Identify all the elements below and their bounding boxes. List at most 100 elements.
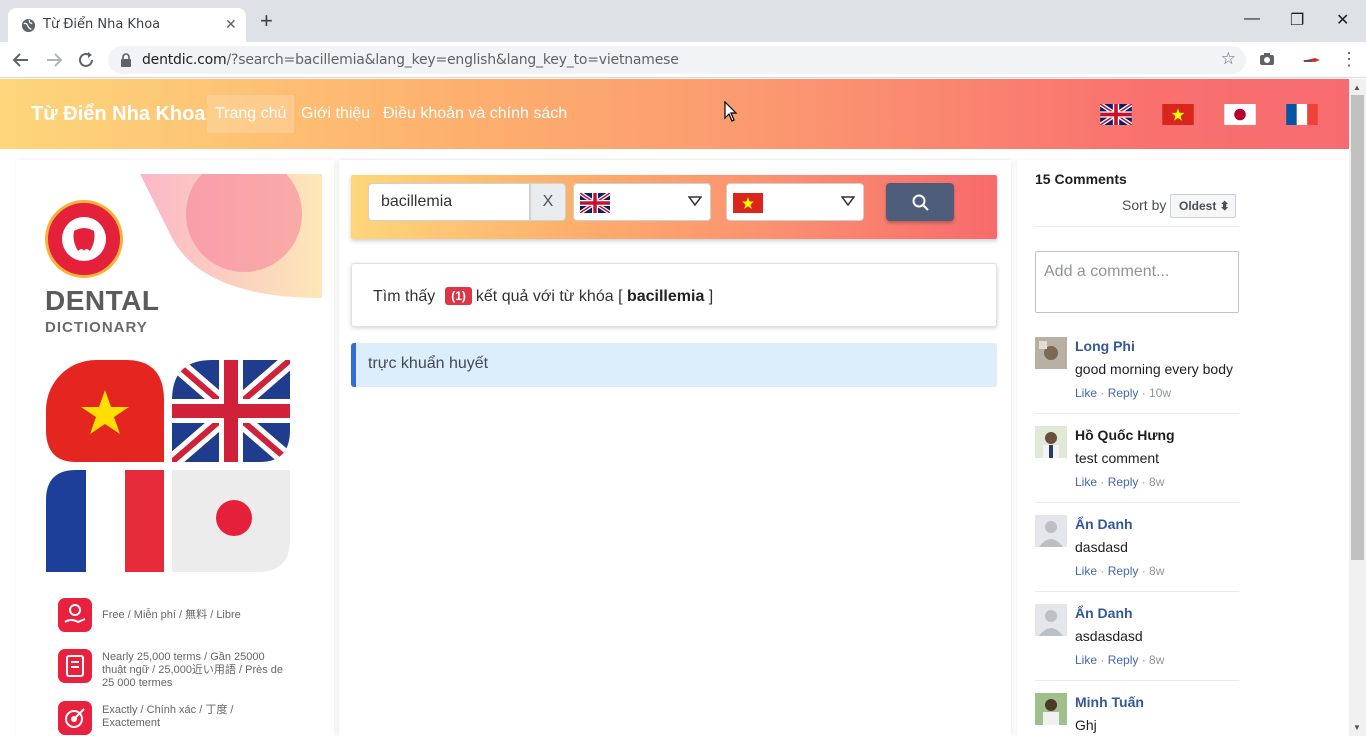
- promo-dictionary-subtitle: DICTIONARY: [45, 319, 148, 336]
- promo-panel: DENTAL DICTIONARY Free / Miễn phí / 無料 /…: [16, 160, 334, 736]
- tooth-logo-icon: [62, 217, 106, 261]
- window-close-button[interactable]: ✕: [1336, 10, 1349, 30]
- comment-time: 10w: [1149, 386, 1172, 400]
- tab-close-icon[interactable]: ✕: [225, 16, 237, 33]
- feature-free-text: Free / Miễn phí / 無料 / Libre: [102, 609, 241, 621]
- japan-petal-icon: [172, 470, 290, 572]
- comment-author[interactable]: Long Phi: [1075, 338, 1135, 354]
- globe-icon: [21, 18, 36, 33]
- new-tab-button[interactable]: +: [260, 10, 273, 32]
- result-keyword: bacillemia: [626, 288, 705, 305]
- source-language-select[interactable]: [573, 183, 711, 221]
- restore-button[interactable]: ❐: [1290, 10, 1304, 30]
- nav-link-terms[interactable]: Điều khoản và chính sách: [383, 105, 567, 123]
- comment-text: test comment: [1075, 450, 1160, 466]
- minimize-button[interactable]: —: [1244, 10, 1260, 28]
- comment-actions: Like · Reply · 8w: [1075, 653, 1165, 667]
- reload-icon[interactable]: [75, 49, 97, 71]
- comment-author[interactable]: Minh Tuấn: [1075, 694, 1144, 710]
- mouse-cursor-icon: [724, 101, 738, 122]
- like-link[interactable]: Like: [1075, 564, 1097, 578]
- search-panel: X Tìm thấy (1): [339, 160, 1011, 736]
- page-scrollbar[interactable]: ▲ ▼: [1349, 79, 1366, 736]
- comment-actions: Like · Reply · 8w: [1075, 475, 1165, 489]
- sort-label: Sort by: [1122, 197, 1167, 213]
- nav-link-home[interactable]: Trang chủ: [207, 95, 295, 133]
- like-link[interactable]: Like: [1075, 386, 1097, 400]
- clear-search-button[interactable]: X: [530, 183, 566, 221]
- camera-icon[interactable]: [1259, 52, 1275, 66]
- search-button[interactable]: [886, 183, 954, 221]
- uk-flag-icon[interactable]: [1100, 104, 1132, 125]
- forward-arrow-icon[interactable]: [43, 49, 65, 71]
- feature-terms-text: Nearly 25,000 terms / Gần 25000 thuật ng…: [102, 651, 284, 689]
- avatar[interactable]: [1035, 604, 1067, 636]
- translation-result: trực khuẩn huyết: [351, 343, 997, 387]
- like-link[interactable]: Like: [1075, 475, 1097, 489]
- url-host: dentdic.com: [142, 52, 227, 68]
- search-input[interactable]: [368, 183, 530, 221]
- japan-flag-icon[interactable]: [1224, 104, 1256, 125]
- free-hand-icon: [58, 598, 92, 632]
- target-language-select[interactable]: [726, 183, 864, 221]
- vietnam-petal-icon: [46, 360, 164, 462]
- bookmark-star-icon[interactable]: ☆: [1221, 49, 1236, 69]
- reply-link[interactable]: Reply: [1108, 564, 1139, 578]
- extension-icon[interactable]: [1301, 55, 1321, 65]
- dropdown-caret-icon: [841, 196, 855, 207]
- comments-divider: [1035, 413, 1239, 414]
- search-form: X: [351, 175, 997, 239]
- comment-author[interactable]: Ẩn Danh: [1075, 605, 1133, 621]
- book-icon: [58, 649, 92, 683]
- comment-time: 8w: [1149, 564, 1165, 578]
- dental-dictionary-logo: [45, 200, 123, 278]
- browser-tab[interactable]: Từ Điển Nha Khoa ✕: [8, 8, 246, 42]
- result-suffix: ]: [708, 288, 714, 305]
- avatar[interactable]: [1035, 426, 1067, 458]
- comment-input[interactable]: Add a comment...: [1035, 251, 1239, 313]
- translation-text: trực khuẩn huyết: [368, 355, 489, 372]
- result-summary-text: Tìm thấy (1) kết quả với từ khóa [ bacille…: [373, 287, 713, 306]
- like-link[interactable]: Like: [1075, 653, 1097, 667]
- vietnam-flag-icon[interactable]: [1162, 104, 1194, 125]
- comment-text: good morning every body: [1075, 361, 1233, 377]
- avatar[interactable]: [1035, 693, 1067, 725]
- comments-divider: [1035, 591, 1239, 592]
- scroll-down-arrow-icon[interactable]: ▼: [1353, 723, 1361, 732]
- nav-link-about[interactable]: Giới thiệu: [301, 105, 370, 123]
- address-bar[interactable]: dentdic.com/?search=bacillemia&lang_key=…: [108, 46, 1246, 74]
- url-text: dentdic.com/?search=bacillemia&lang_key=…: [142, 52, 679, 68]
- france-flag-icon[interactable]: [1286, 104, 1318, 125]
- avatar[interactable]: [1035, 337, 1067, 369]
- comment-author[interactable]: Hồ Quốc Hưng: [1075, 427, 1175, 443]
- promo-dental-title: DENTAL: [45, 285, 160, 316]
- comment-actions: Like · Reply · 10w: [1075, 386, 1172, 400]
- avatar[interactable]: [1035, 515, 1067, 547]
- lock-icon: [121, 53, 131, 67]
- scrollbar-thumb[interactable]: [1351, 95, 1364, 560]
- scroll-up-arrow-icon[interactable]: ▲: [1353, 83, 1361, 92]
- comments-divider: [1035, 680, 1239, 681]
- reply-link[interactable]: Reply: [1108, 653, 1139, 667]
- reply-link[interactable]: Reply: [1108, 475, 1139, 489]
- dropdown-caret-icon: [688, 196, 702, 207]
- comment-actions: Like · Reply · 8w: [1075, 564, 1165, 578]
- uk-petal-icon: [172, 360, 290, 462]
- comment-time: 8w: [1149, 653, 1165, 667]
- result-middle: kết quả với từ khóa [: [475, 288, 623, 305]
- reply-link[interactable]: Reply: [1108, 386, 1139, 400]
- vietnam-flag-icon: [733, 193, 763, 213]
- comment-text: dasdasd: [1075, 539, 1128, 555]
- site-brand[interactable]: Từ Điển Nha Khoa: [31, 103, 206, 126]
- comments-count: 15 Comments: [1035, 171, 1127, 187]
- result-count-badge: (1): [445, 287, 472, 305]
- browser-menu-icon[interactable]: ⋮: [1340, 49, 1358, 70]
- result-summary: Tìm thấy (1) kết quả với từ khóa [ bacille…: [351, 263, 997, 327]
- site-navbar: Từ Điển Nha Khoa Trang chủ Giới thiệu Đi…: [0, 79, 1349, 149]
- back-arrow-icon[interactable]: [10, 49, 32, 71]
- sort-select[interactable]: Oldest ⬍: [1170, 194, 1236, 218]
- comments-divider: [1035, 226, 1239, 227]
- comment-author[interactable]: Ẩn Danh: [1075, 516, 1133, 532]
- comments-panel: 15 Comments Sort by Oldest ⬍ Add a comme…: [1017, 160, 1349, 736]
- uk-flag-icon: [580, 193, 610, 213]
